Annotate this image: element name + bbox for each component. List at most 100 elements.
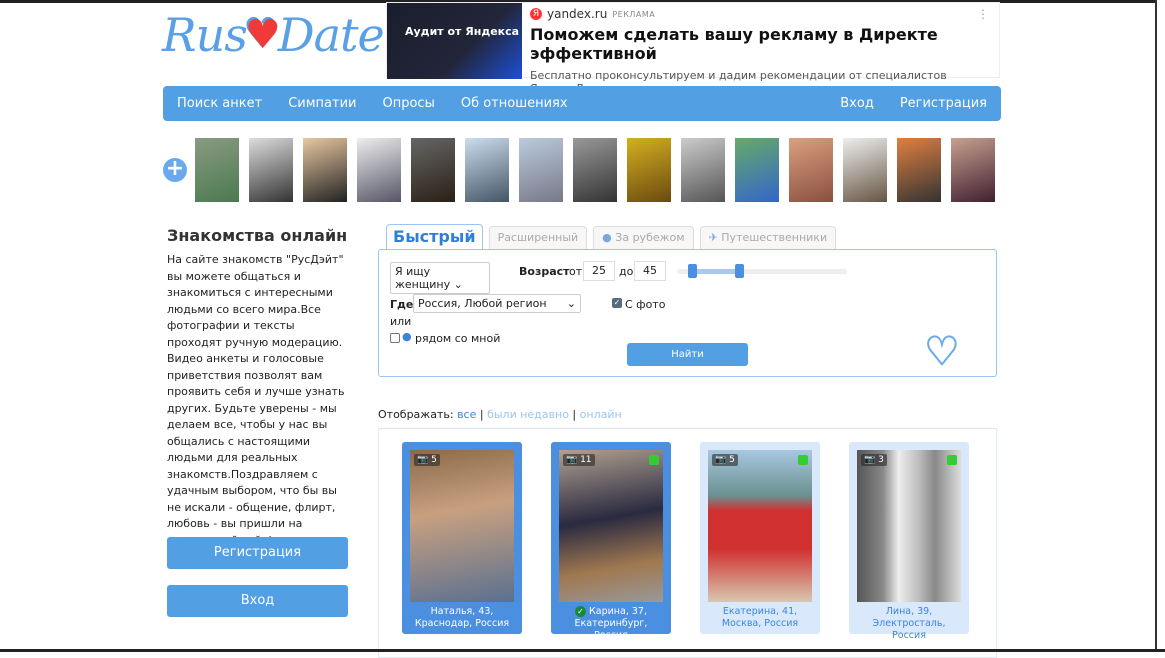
member-thumb[interactable] [195, 138, 239, 202]
member-thumb[interactable] [465, 138, 509, 202]
slider-handle-min[interactable] [688, 264, 697, 278]
filter-label: Отображать: [378, 408, 454, 421]
seeking-select[interactable]: Я ищу женщину ⌄ [390, 262, 490, 294]
profile-photo: 📷 5 [410, 450, 514, 602]
nav-login[interactable]: Вход [840, 96, 874, 111]
photo-count-badge: 📷 3 [861, 454, 887, 466]
yandex-icon: Я [530, 8, 542, 20]
online-indicator [798, 455, 808, 465]
logo-text: Date [277, 8, 385, 62]
age-slider[interactable] [677, 264, 847, 278]
profile-name: Наталья, 43, [430, 606, 494, 617]
nav-register[interactable]: Регистрация [900, 96, 987, 111]
member-thumb[interactable] [681, 138, 725, 202]
photo-count-badge: 📷 11 [563, 454, 595, 466]
location-select[interactable]: Россия, Любой регион ⌄ [413, 294, 581, 313]
profile-photo: 📷 11 [559, 450, 663, 602]
profile-photo: 📷 3 [857, 450, 961, 602]
site-logo[interactable]: Rus ♥ Date [162, 8, 385, 62]
nav-likes[interactable]: Симпатии [288, 96, 356, 111]
age-to-input[interactable]: 45 [634, 261, 666, 281]
member-thumb[interactable] [843, 138, 887, 202]
member-thumb[interactable] [303, 138, 347, 202]
register-button[interactable]: Регистрация [167, 537, 348, 569]
add-photo-button[interactable]: + [163, 158, 187, 182]
nearby-label: рядом со мной [415, 332, 501, 345]
tab-advanced[interactable]: Расширенный [488, 226, 588, 250]
hearts-icon: ♡ [924, 329, 961, 375]
profile-city: Екатеринбург, Россия [574, 618, 648, 641]
online-indicator [947, 455, 957, 465]
member-thumb[interactable] [249, 138, 293, 202]
to-label: до [619, 265, 634, 278]
profile-city: Краснодар, Россия [414, 618, 510, 629]
profile-photo: 📷 5 [708, 450, 812, 602]
tab-travelers[interactable]: ✈ Путешественники [699, 226, 837, 250]
filter-recent[interactable]: были недавно [487, 408, 569, 421]
with-photo-label: С фото [625, 298, 666, 311]
search-tabs: Быстрый Расширенный ● За рубежом ✈ Путеш… [386, 224, 837, 250]
ad-title[interactable]: Поможем сделать вашу рекламу в Директе э… [530, 25, 991, 63]
location-value: Россия, Любой регион [418, 297, 547, 310]
photo-count-badge: 📷 5 [712, 454, 738, 466]
tab-label: За рубежом [615, 231, 685, 244]
seeking-value: Я ищу женщину [395, 265, 451, 291]
nav-relations[interactable]: Об отношениях [461, 96, 568, 111]
chevron-down-icon: ⌄ [453, 278, 463, 291]
profile-card[interactable]: 📷 5 Екатерина, 41, Москва, Россия [700, 442, 820, 634]
location-pin-icon: ● [402, 330, 412, 343]
login-button[interactable]: Вход [167, 585, 348, 617]
ad-banner[interactable]: Аудит от Яндекса Яyandex.ru РЕКЛАМА Помож… [386, 2, 1000, 95]
member-thumb[interactable] [897, 138, 941, 202]
sidebar-title: Знакомства онлайн [167, 226, 348, 245]
profile-city: Электросталь, Россия [872, 618, 946, 641]
logo-text: Rus [162, 8, 248, 62]
profile-city: Москва, Россия [721, 618, 799, 629]
main-nav: Поиск анкет Симпатии Опросы Об отношения… [163, 86, 1001, 121]
display-filter: Отображать: все | были недавно | онлайн [378, 408, 622, 421]
member-thumb[interactable] [519, 138, 563, 202]
more-icon[interactable]: ⋮ [977, 7, 989, 21]
member-thumb[interactable] [789, 138, 833, 202]
member-thumb[interactable] [735, 138, 779, 202]
nav-polls[interactable]: Опросы [382, 96, 434, 111]
profile-name: Екатерина, 41, [722, 606, 798, 617]
profile-name: Лина, 39, [885, 606, 933, 617]
or-label: или [390, 315, 412, 328]
profiles-grid: 📷 5 Наталья, 43, Краснодар, Россия 📷 11 ✓… [378, 428, 997, 658]
online-indicator [649, 455, 659, 465]
plane-icon: ✈ [708, 231, 722, 244]
age-label: Возраст [519, 265, 570, 278]
tab-abroad[interactable]: ● За рубежом [593, 226, 694, 250]
photo-strip: + [163, 138, 1005, 202]
tab-quick[interactable]: Быстрый [386, 224, 483, 250]
member-thumb[interactable] [573, 138, 617, 202]
member-thumb[interactable] [411, 138, 455, 202]
profile-name: Карина, 37, [589, 606, 647, 617]
profile-card[interactable]: 📷 5 Наталья, 43, Краснодар, Россия [402, 442, 522, 634]
profile-card[interactable]: 📷 3 Лина, 39, Электросталь, Россия [849, 442, 969, 641]
from-label: от [569, 265, 583, 278]
filter-online[interactable]: онлайн [580, 408, 622, 421]
globe-icon: ● [602, 231, 616, 244]
member-thumb[interactable] [627, 138, 671, 202]
member-thumb[interactable] [357, 138, 401, 202]
age-from-input[interactable]: 25 [583, 261, 615, 281]
sidebar-text: На сайте знакомств "РусДэйт" вы можете о… [167, 253, 345, 547]
nav-search[interactable]: Поиск анкет [177, 96, 262, 111]
photo-count-badge: 📷 5 [414, 454, 440, 466]
find-button[interactable]: Найти [627, 343, 748, 366]
with-photo-checkbox[interactable]: ✓ [612, 298, 622, 308]
slider-handle-max[interactable] [735, 264, 744, 278]
member-thumb[interactable] [951, 138, 995, 202]
profile-card[interactable]: 📷 11 ✓ Карина, 37, Екатеринбург, Россия [551, 442, 671, 641]
slider-range [692, 269, 740, 274]
where-label: Где [390, 298, 414, 311]
heart-icon: ♥ [244, 12, 281, 58]
verified-icon: ✓ [575, 606, 586, 617]
chevron-down-icon: ⌄ [566, 297, 576, 310]
filter-all[interactable]: все [457, 408, 476, 421]
nearby-checkbox[interactable] [390, 333, 400, 343]
ad-source: yandex.ru [547, 7, 608, 21]
tab-label: Путешественники [721, 231, 828, 244]
